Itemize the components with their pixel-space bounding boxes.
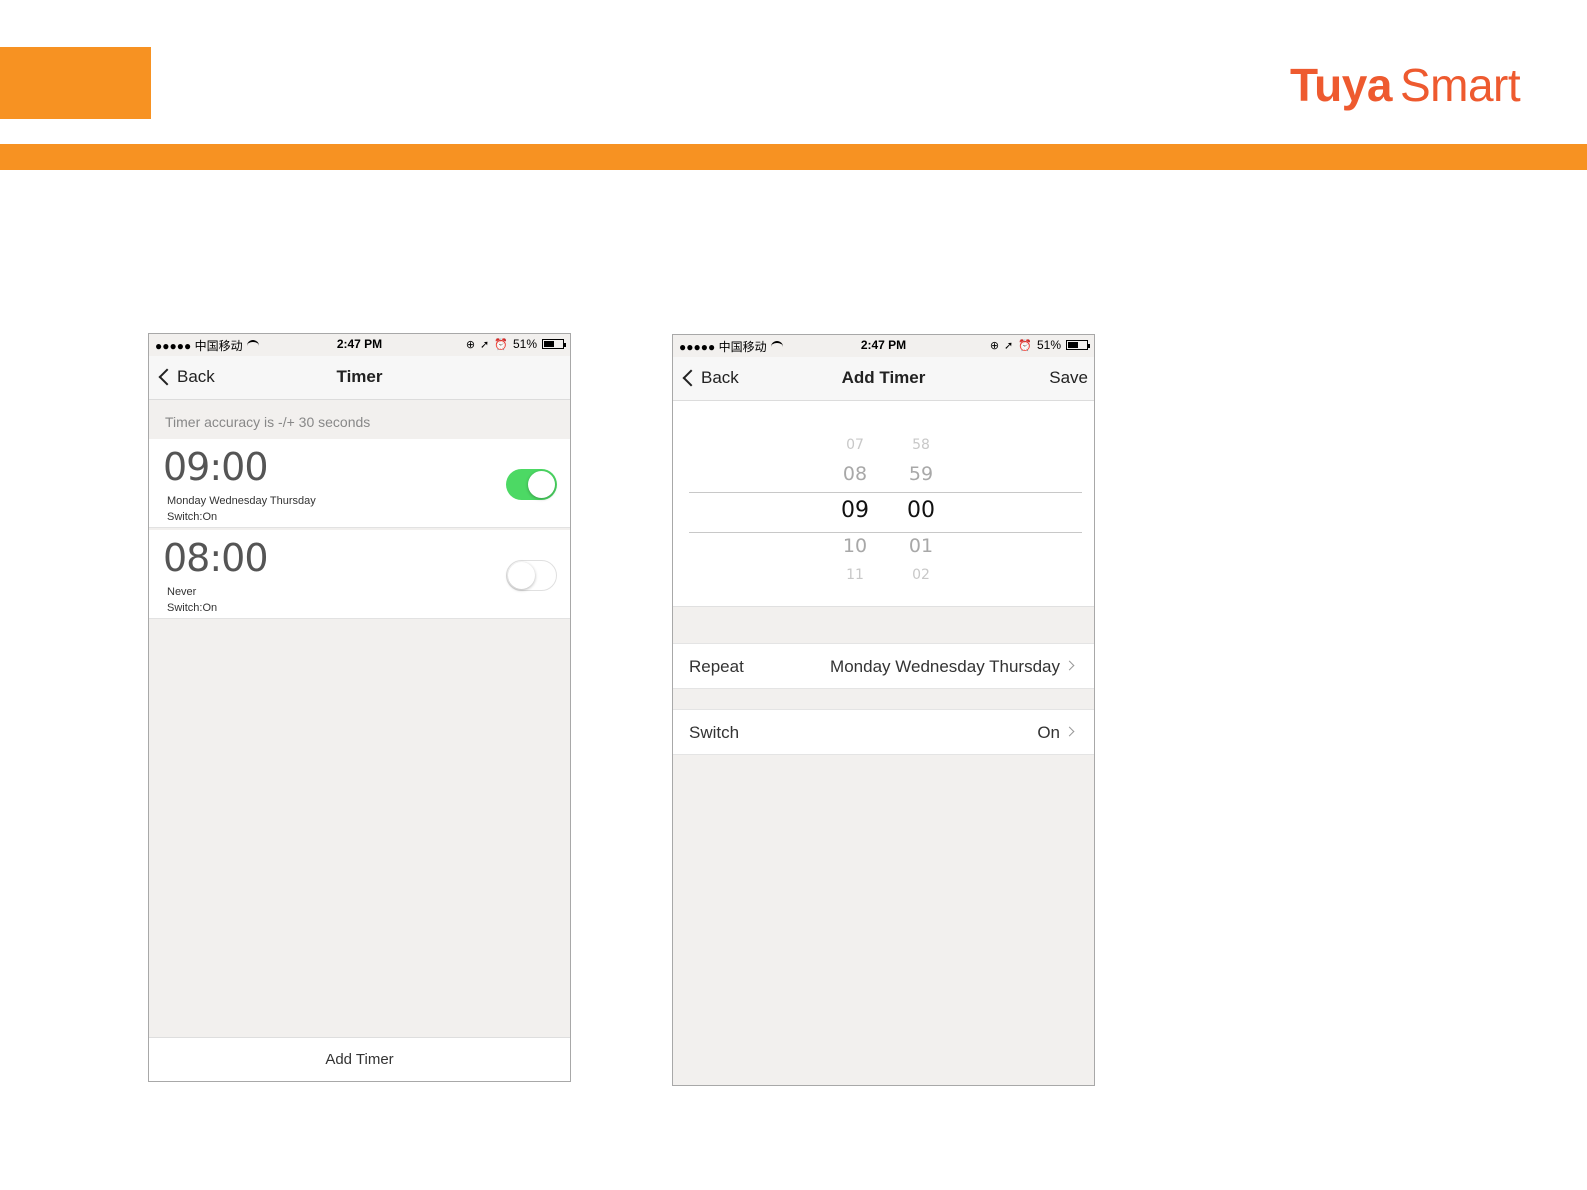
- hour-option[interactable]: 10: [833, 535, 877, 557]
- time-picker[interactable]: 07 08 09 10 11 58 59 00 01 02: [673, 401, 1094, 607]
- hour-option[interactable]: 08: [833, 463, 877, 485]
- timer-repeat-days: Never: [167, 586, 197, 598]
- timer-switch-state: Switch:On: [167, 511, 218, 523]
- hour-option[interactable]: 11: [833, 567, 877, 583]
- rotation-lock-icon: ⊕: [989, 339, 1000, 352]
- hour-option[interactable]: 07: [833, 437, 877, 453]
- save-button[interactable]: Save: [1049, 368, 1088, 388]
- status-bar: ●●●●● 中国移动 2:47 PM ⊕ ➚ ⏰ 51%: [673, 335, 1094, 357]
- alarm-icon: ⏰: [494, 338, 508, 351]
- tuya-smart-logo: Tuya Smart: [1290, 58, 1521, 112]
- chevron-right-icon: [1064, 660, 1075, 671]
- repeat-row[interactable]: Repeat Monday Wednesday Thursday: [673, 643, 1094, 689]
- timer-time: 08:00: [163, 536, 269, 580]
- timer-enable-toggle[interactable]: [506, 560, 557, 591]
- navigation-bar: Back Timer: [149, 356, 570, 400]
- minute-selected[interactable]: 00: [899, 498, 943, 523]
- timer-row[interactable]: 09:00 Monday Wednesday Thursday Switch:O…: [149, 439, 570, 528]
- logo-part-1: Tuya: [1290, 59, 1392, 111]
- battery-percent: 51%: [1036, 338, 1061, 352]
- page-title: Add Timer: [841, 368, 926, 387]
- location-icon: ➚: [480, 338, 490, 351]
- timer-time: 09:00: [163, 445, 269, 489]
- battery-percent: 51%: [512, 337, 537, 351]
- status-right: ⊕ ➚ ⏰ 51%: [989, 338, 1090, 352]
- add-timer-button[interactable]: Add Timer: [149, 1037, 570, 1081]
- battery-icon: [1066, 340, 1090, 350]
- hour-selected[interactable]: 09: [833, 498, 877, 523]
- chevron-right-icon: [1064, 726, 1075, 737]
- picker-selection-bottom-line: [689, 532, 1082, 533]
- timer-list-screen: ●●●●● 中国移动 2:47 PM ⊕ ➚ ⏰ 51% Back Timer …: [148, 333, 571, 1082]
- orange-accent-block: [0, 47, 151, 119]
- navigation-bar: Back Add Timer Save: [673, 357, 1094, 401]
- location-icon: ➚: [1004, 339, 1014, 352]
- alarm-icon: ⏰: [1018, 339, 1032, 352]
- timer-switch-state: Switch:On: [167, 602, 218, 614]
- timer-enable-toggle[interactable]: [506, 469, 557, 500]
- toggle-knob: [508, 562, 535, 589]
- status-right: ⊕ ➚ ⏰ 51%: [465, 337, 566, 351]
- repeat-label: Repeat: [689, 657, 744, 676]
- repeat-value: Monday Wednesday Thursday: [830, 657, 1060, 676]
- switch-row[interactable]: Switch On: [673, 709, 1094, 755]
- switch-value: On: [1037, 723, 1060, 742]
- rotation-lock-icon: ⊕: [465, 338, 476, 351]
- logo-part-2: Smart: [1399, 59, 1521, 111]
- minute-option[interactable]: 02: [899, 567, 943, 583]
- page-title: Timer: [336, 367, 383, 386]
- timer-row[interactable]: 08:00 Never Switch:On: [149, 530, 570, 619]
- switch-label: Switch: [689, 723, 740, 742]
- orange-header-bar: [0, 144, 1587, 170]
- status-bar: ●●●●● 中国移动 2:47 PM ⊕ ➚ ⏰ 51%: [149, 334, 570, 356]
- add-timer-screen: ●●●●● 中国移动 2:47 PM ⊕ ➚ ⏰ 51% Back Add Ti…: [672, 334, 1095, 1086]
- timer-accuracy-note: Timer accuracy is -/+ 30 seconds: [165, 414, 371, 430]
- toggle-knob: [528, 471, 555, 498]
- timer-repeat-days: Monday Wednesday Thursday: [167, 495, 316, 507]
- minute-option[interactable]: 01: [899, 535, 943, 557]
- battery-icon: [542, 339, 566, 349]
- minute-option[interactable]: 58: [899, 437, 943, 453]
- minute-option[interactable]: 59: [899, 463, 943, 485]
- picker-selection-top-line: [689, 492, 1082, 493]
